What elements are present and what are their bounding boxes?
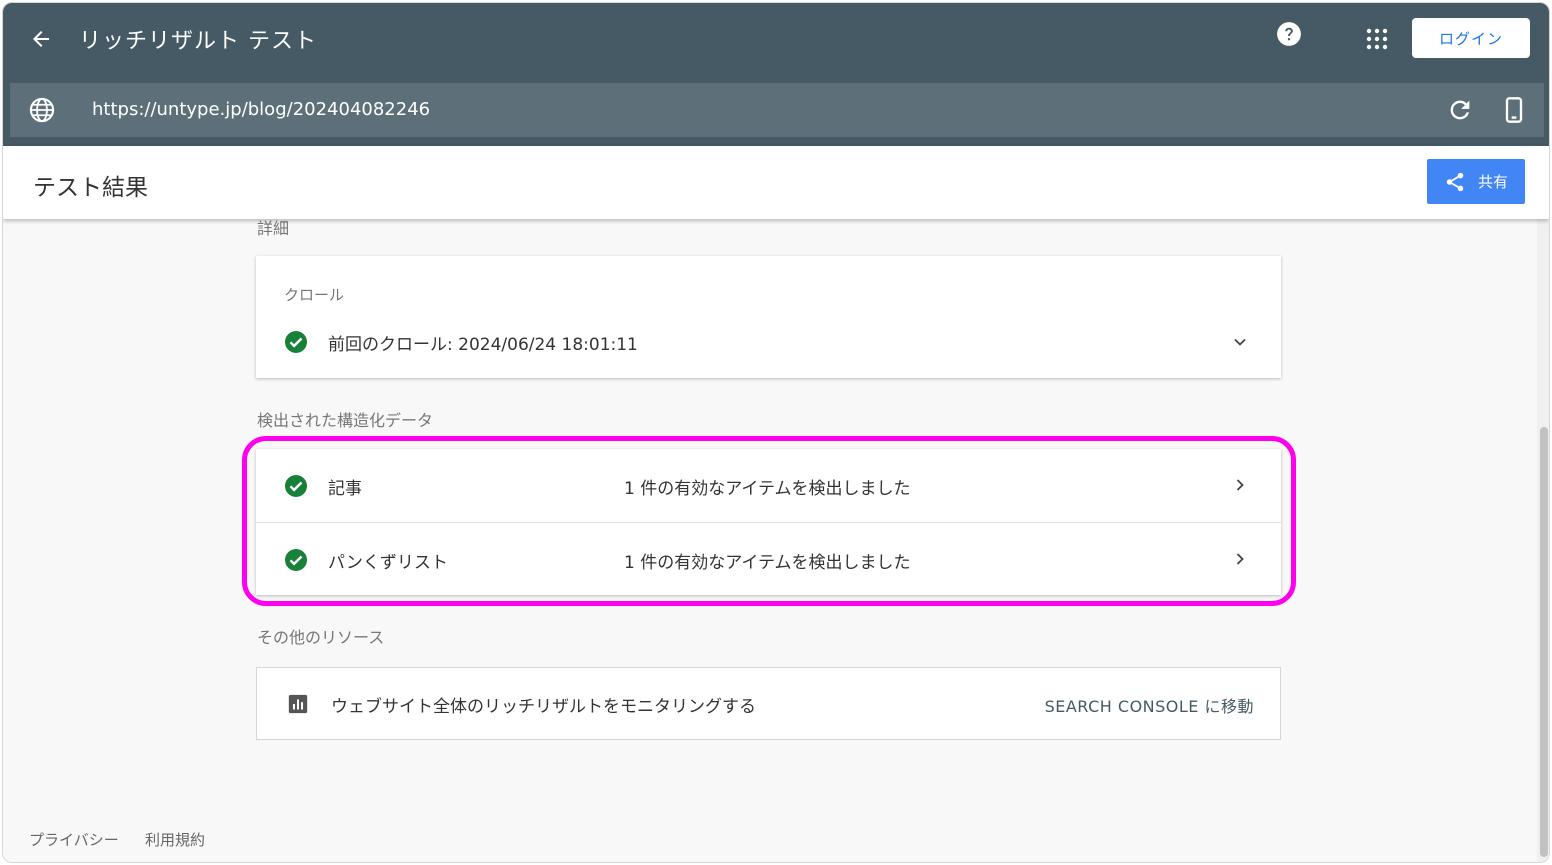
crawl-title: クロール [284,286,345,304]
chevron-down-icon[interactable] [1230,332,1250,352]
page-title: テスト結果 [33,175,148,201]
share-button[interactable]: 共有 [1427,159,1525,204]
terms-link[interactable]: 利用規約 [145,829,205,850]
mobile-device-icon[interactable] [1500,96,1528,124]
bar-chart-icon [288,694,308,714]
apps-button[interactable] [1363,25,1391,53]
url-bar[interactable]: https://untype.jp/blog/202404082246 [10,83,1544,137]
share-icon [1446,172,1464,191]
title-row: リッチリザルト テスト ログイン [3,3,1549,75]
highlight-annotation [242,436,1296,606]
share-label: 共有 [1477,173,1508,191]
top-app-bar: リッチリザルト テスト ログイン https://untype.jp/blog/… [3,3,1549,146]
structured-data-section-label: 検出された構造化データ [257,411,434,430]
browser-frame: リッチリザルト テスト ログイン https://untype.jp/blog/… [2,2,1550,863]
login-button[interactable]: ログイン [1412,18,1530,58]
scrollbar-thumb[interactable] [1540,427,1548,857]
results-content: 詳細 クロール 前回のクロール: 2024/06/24 18:01:11 検出さ… [3,219,1535,862]
help-button[interactable] [1275,20,1303,48]
resource-description: ウェブサイト全体のリッチリザルトをモニタリングする [331,697,756,717]
results-header: テスト結果 共有 [3,146,1549,219]
help-icon [1277,22,1301,46]
globe-icon [29,97,55,123]
back-button[interactable] [25,23,57,55]
search-console-link[interactable]: SEARCH CONSOLE に移動 [1045,693,1254,717]
reload-icon[interactable] [1446,96,1474,124]
scrollbar[interactable] [1537,219,1549,862]
privacy-link[interactable]: プライバシー [29,829,119,850]
last-crawl-text: 前回のクロール: 2024/06/24 18:01:11 [328,335,638,355]
crawl-card[interactable]: クロール 前回のクロール: 2024/06/24 18:01:11 [256,256,1281,378]
resources-card: ウェブサイト全体のリッチリザルトをモニタリングする SEARCH CONSOLE… [256,667,1281,740]
other-resources-section-label: その他のリソース [257,628,385,647]
url-text[interactable]: https://untype.jp/blog/202404082246 [92,99,430,120]
apps-grid-icon [1366,28,1388,50]
arrow-back-icon [33,31,49,47]
check-circle-icon [285,331,307,353]
app-title: リッチリザルト テスト [79,29,317,54]
